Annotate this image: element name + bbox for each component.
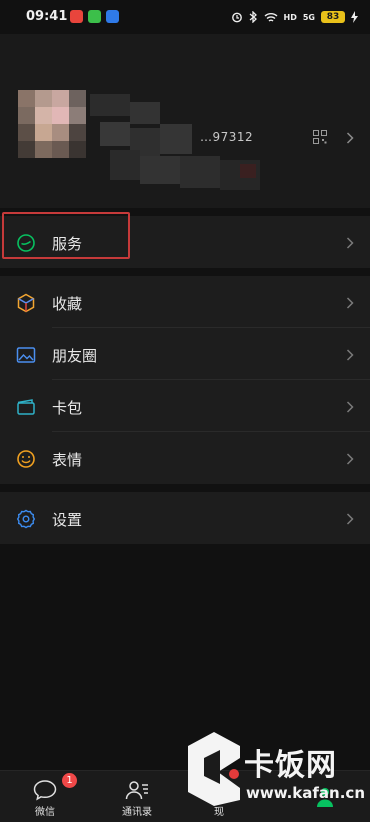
qr-code-icon[interactable] (313, 130, 327, 144)
tab-label-chats: 微信 (35, 807, 55, 818)
status-time: 09:41 (26, 9, 68, 24)
hd-label: HD (283, 12, 297, 22)
chevron-right-icon (346, 132, 354, 144)
charging-icon (351, 11, 358, 23)
kafan-logo (188, 732, 240, 806)
avatar[interactable] (18, 90, 86, 158)
contacts-icon (125, 781, 148, 800)
tab-contacts[interactable]: 通讯录 (102, 771, 172, 822)
settings-icon (16, 509, 36, 529)
app-notification-icon (70, 10, 83, 23)
menu-label-stickers: 表情 (52, 451, 83, 469)
section-gap (0, 268, 370, 276)
app-notification-icon (88, 10, 101, 23)
highlight-box (2, 212, 130, 259)
network-label: 5G (302, 12, 315, 22)
profile-header[interactable]: …97312 (0, 34, 370, 208)
wifi-icon (264, 12, 277, 22)
menu-label-favorites: 收藏 (52, 295, 83, 313)
favorites-icon (17, 293, 35, 313)
app-notification-icon (106, 10, 119, 23)
menu-label-moments: 朋友圈 (52, 347, 98, 365)
chevron-right-icon (346, 453, 354, 465)
stickers-icon (17, 450, 35, 468)
status-bar: 09:41 HD 5G 83 (0, 0, 370, 34)
section-gap (0, 484, 370, 492)
menu-item-favorites[interactable]: 收藏 (0, 276, 370, 328)
menu-label-settings: 设置 (52, 511, 83, 529)
alarm-icon (231, 12, 242, 23)
watermark-url: www.kafan.cn (246, 784, 366, 802)
tab-label-contacts: 通讯录 (122, 807, 152, 818)
watermark: 卡饭网 www.kafan.cn (182, 722, 370, 822)
bluetooth-icon (249, 11, 257, 23)
menu-item-stickers[interactable]: 表情 (0, 432, 370, 484)
unread-badge: 1 (62, 773, 77, 788)
nickname-mosaic (90, 94, 270, 194)
tab-chats[interactable]: 1 微信 (10, 771, 80, 822)
chevron-right-icon (346, 237, 354, 249)
menu-item-cards[interactable]: 卡包 (0, 380, 370, 432)
menu-item-settings[interactable]: 设置 (0, 492, 370, 544)
menu-label-cards: 卡包 (52, 399, 83, 417)
menu-item-moments[interactable]: 朋友圈 (0, 328, 370, 380)
chevron-right-icon (346, 297, 354, 309)
chevron-right-icon (346, 349, 354, 361)
moments-icon (16, 347, 36, 363)
chevron-right-icon (346, 513, 354, 525)
status-icons: HD 5G 83 (231, 9, 358, 25)
cards-icon (17, 399, 35, 415)
chevron-right-icon (346, 401, 354, 413)
wechat-id: …97312 (200, 130, 254, 144)
watermark-brand: 卡饭网 (244, 748, 337, 783)
battery-level: 83 (321, 11, 345, 23)
chat-bubble-icon (33, 780, 57, 801)
